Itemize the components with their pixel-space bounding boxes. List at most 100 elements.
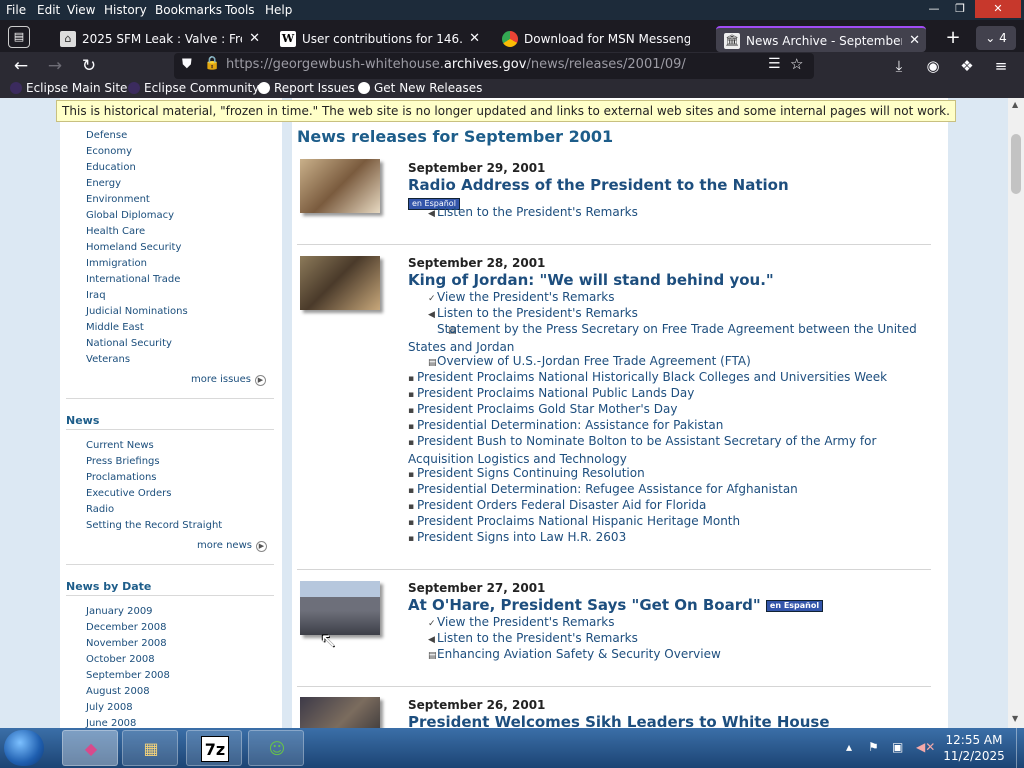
taskbar-messenger[interactable]: ☺ xyxy=(248,730,304,766)
entry-item[interactable]: ▤Statement by the Press Secretary on Fre… xyxy=(408,321,938,355)
sidebar-issue-link[interactable]: Global Diplomacy xyxy=(86,210,174,221)
sidebar-date-link[interactable]: December 2008 xyxy=(86,622,166,633)
menu-tools[interactable]: Tools xyxy=(225,3,255,17)
sidebar-issue-link[interactable]: Energy xyxy=(86,178,121,189)
bookmark-eclipse-community[interactable]: Eclipse Community xyxy=(128,81,259,95)
tab-msn-download[interactable]: Download for MSN Messenger xyxy=(494,26,714,52)
tab-label: News Archive - September 2001 xyxy=(746,34,902,48)
menu-file[interactable]: File xyxy=(6,3,26,17)
tab-close-icon[interactable]: ✕ xyxy=(249,26,260,52)
entry-item[interactable]: ▪ President Signs into Law H.R. 2603 xyxy=(408,529,938,547)
sidebar-issue-link[interactable]: Environment xyxy=(86,194,150,205)
close-window-icon[interactable]: ✕ xyxy=(975,0,1021,18)
scrollbar-thumb[interactable] xyxy=(1011,134,1021,194)
sidebar-issue-link[interactable]: Judicial Nominations xyxy=(86,306,188,317)
taskbar-7zip[interactable]: 7z xyxy=(186,730,242,766)
reload-icon[interactable]: ↻ xyxy=(76,54,102,78)
sidebar-news-link[interactable]: Executive Orders xyxy=(86,488,172,499)
sidebar-issue-link[interactable]: International Trade xyxy=(86,274,180,285)
start-button[interactable] xyxy=(4,730,44,766)
sidebar-issue-link[interactable]: Defense xyxy=(86,130,127,141)
bookmark-get-new-releases[interactable]: Get New Releases xyxy=(358,81,482,95)
more-news-link[interactable]: more news ▶ xyxy=(197,540,267,552)
item-label: Enhancing Aviation Safety & Security Ove… xyxy=(437,647,721,661)
sidebar-issue-link[interactable]: Homeland Security xyxy=(86,242,181,253)
entry-photo[interactable] xyxy=(300,697,380,728)
new-tab-icon[interactable]: + xyxy=(940,26,966,50)
menu-help[interactable]: Help xyxy=(265,3,292,17)
sidebar-issue-link[interactable]: Economy xyxy=(86,146,132,157)
reader-view-icon[interactable]: ☰ xyxy=(768,56,781,72)
restore-icon[interactable]: ❐ xyxy=(946,0,974,18)
scroll-up-icon[interactable]: ▲ xyxy=(1012,100,1018,109)
extensions-icon[interactable]: ❖ xyxy=(954,54,980,78)
tab-close-icon[interactable]: ✕ xyxy=(469,26,480,52)
page-scrollbar[interactable]: ▲ ▼ xyxy=(1008,98,1024,728)
volume-muted-icon[interactable]: ◀✕ xyxy=(916,740,935,754)
taskbar-firefox[interactable]: ◆ xyxy=(62,730,118,766)
taskbar-explorer[interactable]: ▦ xyxy=(122,730,178,766)
bookmark-star-icon[interactable]: ☆ xyxy=(790,55,803,73)
action-center-flag-icon[interactable]: ⚑ xyxy=(868,740,879,754)
url-bar[interactable]: ⛊ 🔒 https://georgewbush-whitehouse.archi… xyxy=(174,53,814,79)
sidebar-issue-link[interactable]: Immigration xyxy=(86,258,147,269)
sidebar-date-link[interactable]: June 2008 xyxy=(86,718,136,728)
entry-divider xyxy=(297,686,931,687)
sidebar-date-link[interactable]: January 2009 xyxy=(86,606,153,617)
lock-icon[interactable]: 🔒 xyxy=(204,56,220,71)
downloads-icon[interactable]: ⤓ xyxy=(886,54,912,78)
show-hidden-icons[interactable]: ▴ xyxy=(846,740,852,754)
entry-photo[interactable] xyxy=(300,256,380,310)
tab-list-button[interactable]: ⌄ 4 xyxy=(976,26,1016,50)
tab-news-archive[interactable]: 🏛 News Archive - September 2001 ✕ xyxy=(716,26,926,52)
account-icon[interactable]: ◉ xyxy=(920,54,946,78)
sidebar-date-link[interactable]: August 2008 xyxy=(86,686,150,697)
entry-title-link[interactable]: Radio Address of the President to the Na… xyxy=(408,176,789,194)
firefox-view-icon[interactable]: ▤ xyxy=(8,26,30,48)
sidebar-issue-link[interactable]: National Security xyxy=(86,338,172,349)
sidebar-news-link[interactable]: Radio xyxy=(86,504,114,515)
bookmark-report-issues[interactable]: Report Issues xyxy=(258,81,355,95)
system-clock[interactable]: 12:55 AM 11/2/2025 xyxy=(938,732,1010,764)
entry-title-link[interactable]: President Welcomes Sikh Leaders to White… xyxy=(408,713,830,728)
entry-photo[interactable] xyxy=(300,581,380,635)
espanol-badge[interactable]: en Español xyxy=(765,600,824,612)
tab-sfm-leak[interactable]: ⌂ 2025 SFM Leak : Valve : Free Do ✕ xyxy=(52,26,266,52)
sidebar-news-link[interactable]: Proclamations xyxy=(86,472,157,483)
sidebar-issue-link[interactable]: Middle East xyxy=(86,322,144,333)
more-issues-link[interactable]: more issues ▶ xyxy=(191,374,266,386)
menu-hamburger-icon[interactable]: ≡ xyxy=(988,54,1014,78)
sidebar-date-link[interactable]: October 2008 xyxy=(86,654,155,665)
minimize-icon[interactable]: — xyxy=(920,0,948,18)
tab-user-contributions[interactable]: W User contributions for 146.70.18 ✕ xyxy=(272,26,486,52)
menu-history[interactable]: History xyxy=(104,3,147,17)
entry-item[interactable]: ▤Enhancing Aviation Safety & Security Ov… xyxy=(428,646,958,664)
bookmark-eclipse-main[interactable]: Eclipse Main Site xyxy=(10,81,127,95)
menu-view[interactable]: View xyxy=(67,3,95,17)
sidebar-issue-link[interactable]: Health Care xyxy=(86,226,145,237)
menu-bookmarks[interactable]: Bookmarks xyxy=(155,3,222,17)
sidebar-date-link[interactable]: July 2008 xyxy=(86,702,133,713)
entry-photo[interactable] xyxy=(300,159,380,213)
sidebar-news-link[interactable]: Press Briefings xyxy=(86,456,160,467)
network-icon[interactable]: ▣ xyxy=(892,740,903,754)
entry-title-link[interactable]: At O'Hare, President Says "Get On Board"… xyxy=(408,596,824,614)
entry-title-link[interactable]: King of Jordan: "We will stand behind yo… xyxy=(408,271,774,289)
sidebar-date-link[interactable]: September 2008 xyxy=(86,670,170,681)
entry-item[interactable]: ◀ Listen to the President's Remarks xyxy=(428,204,958,222)
sidebar-issue-link[interactable]: Iraq xyxy=(86,290,106,301)
tab-close-icon[interactable]: ✕ xyxy=(909,28,920,52)
forward-icon[interactable]: → xyxy=(42,54,68,78)
scroll-down-icon[interactable]: ▼ xyxy=(1012,714,1018,723)
sidebar-news-link[interactable]: Current News xyxy=(86,440,154,451)
show-desktop-button[interactable] xyxy=(1016,728,1024,768)
shield-icon[interactable]: ⛊ xyxy=(182,57,192,72)
sidebar-date-link[interactable]: November 2008 xyxy=(86,638,167,649)
url-text[interactable]: https://georgewbush-whitehouse.archives.… xyxy=(226,57,686,72)
sidebar-issue-link[interactable]: Veterans xyxy=(86,354,130,365)
back-icon[interactable]: ← xyxy=(8,54,34,78)
menu-edit[interactable]: Edit xyxy=(37,3,60,17)
sidebar-issue-link[interactable]: Education xyxy=(86,162,136,173)
sidebar-news-link[interactable]: Setting the Record Straight xyxy=(86,520,222,531)
entry-item[interactable]: ▪ President Bush to Nominate Bolton to be… xyxy=(408,433,938,467)
